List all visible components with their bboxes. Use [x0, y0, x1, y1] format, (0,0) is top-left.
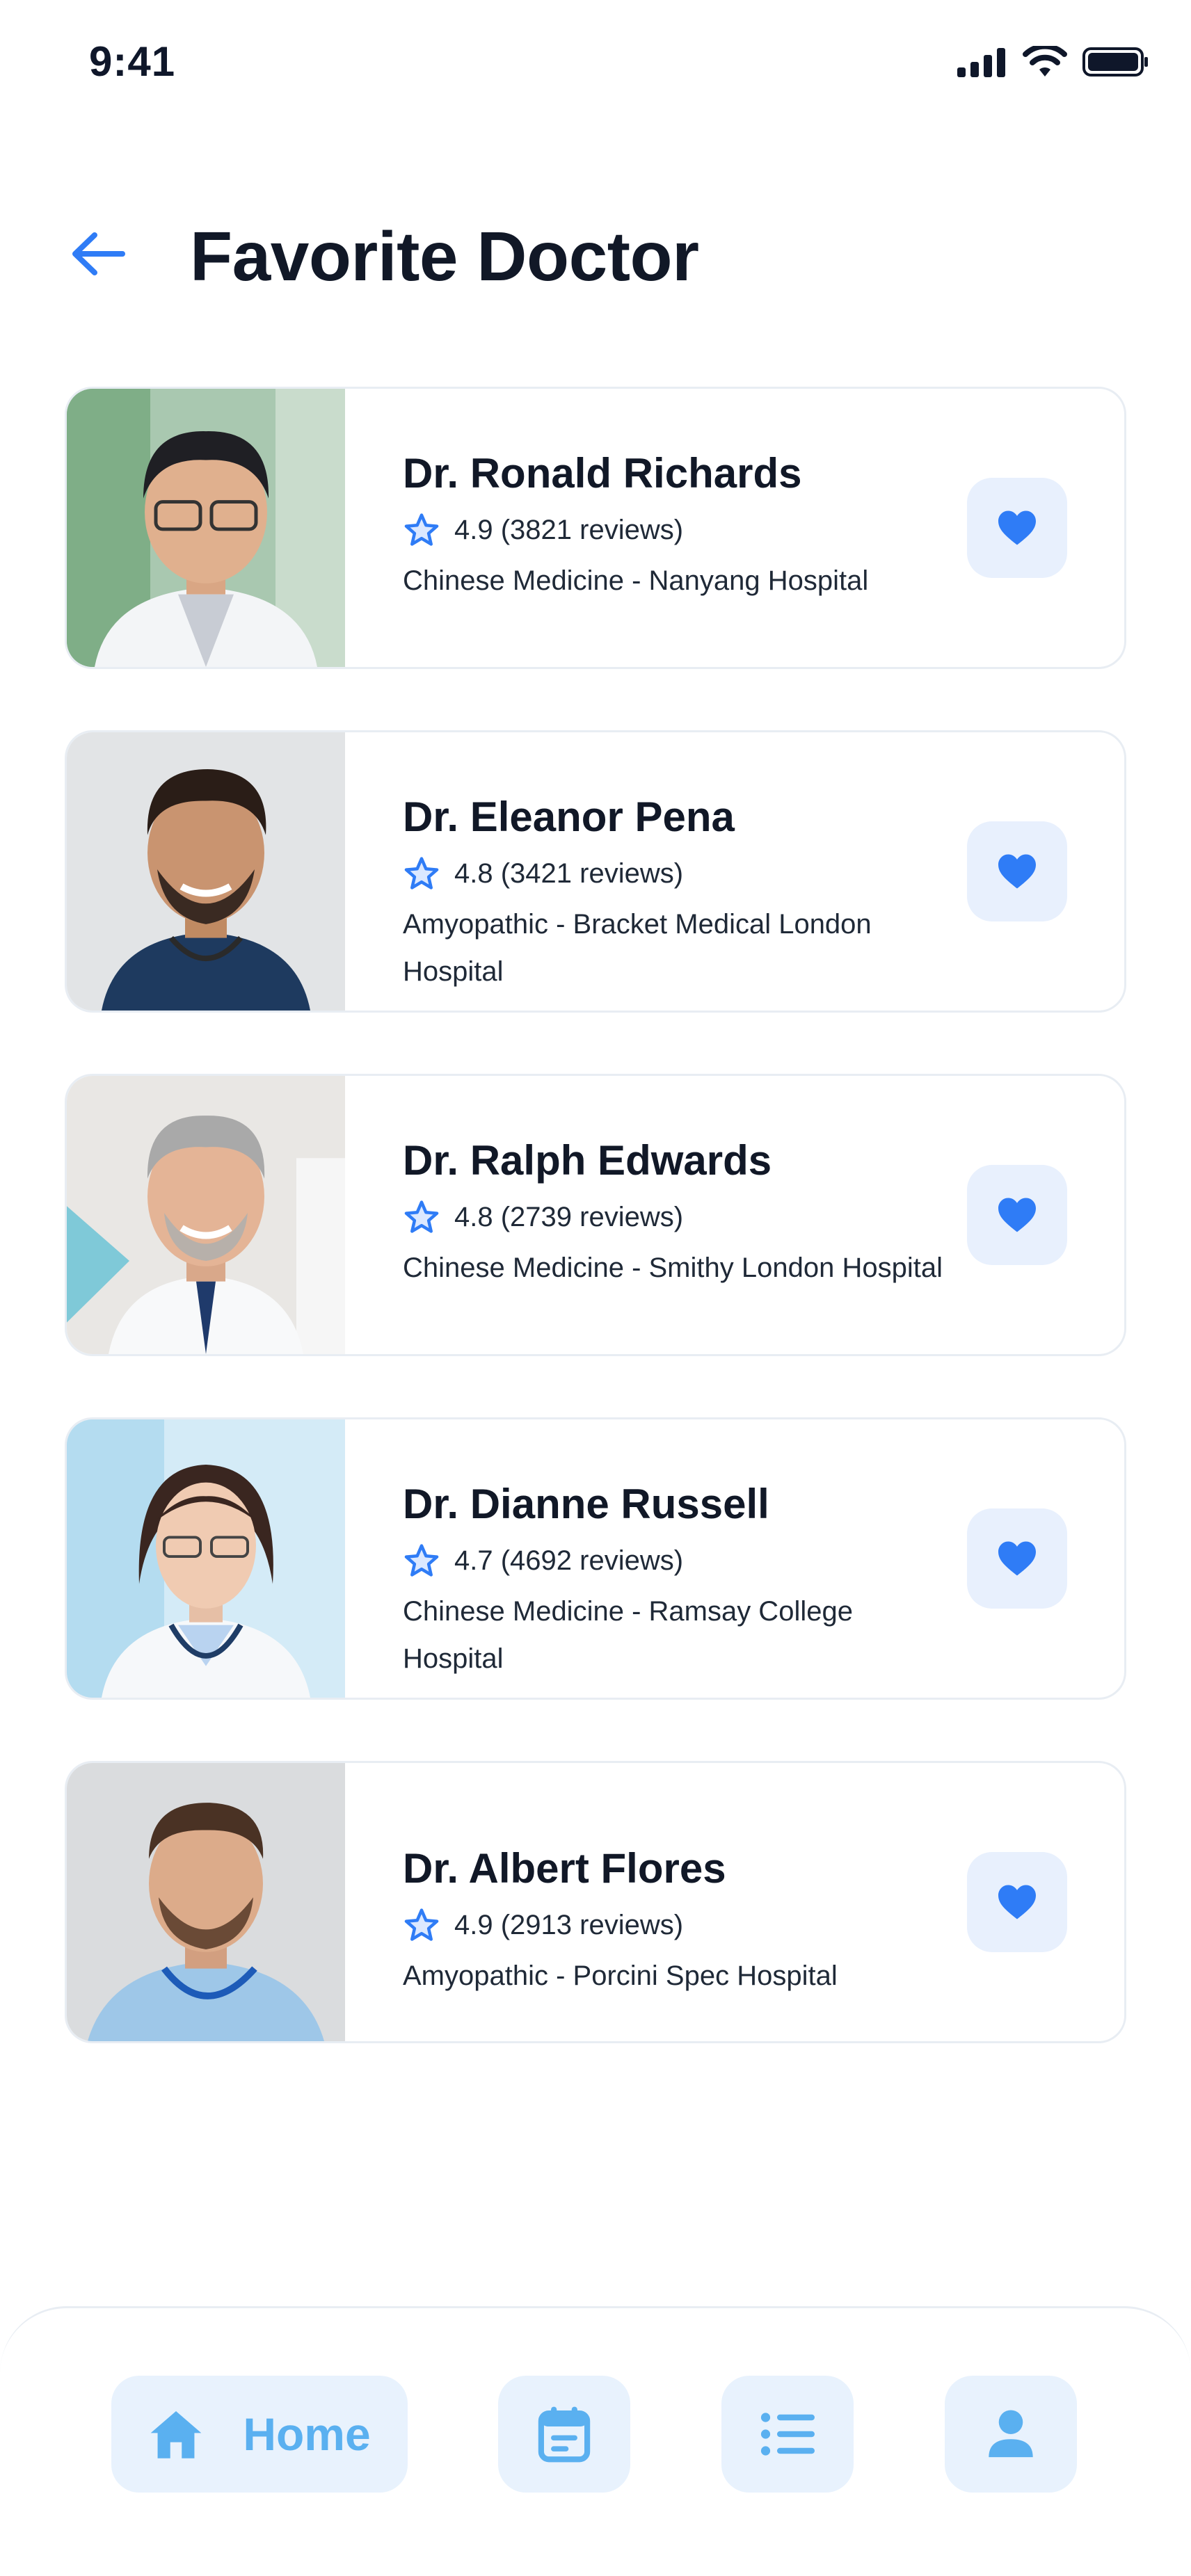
rating-text: 4.7 (4692 reviews) [454, 1545, 684, 1576]
doctor-rating: 4.9 (3821 reviews) [403, 511, 959, 549]
favorite-button[interactable] [967, 1165, 1067, 1265]
doctor-specialty-hospital: Amyopathic - Porcini Spec Hospital [403, 1961, 838, 1991]
doctor-card[interactable]: Dr. Eleanor Pena 4.8 (3421 reviews) Amyo… [65, 730, 1126, 1013]
rating-text: 4.9 (2913 reviews) [454, 1909, 684, 1940]
doctor-name: Dr. Ralph Edwards [403, 1137, 772, 1184]
doctor-specialty-hospital: Chinese Medicine - Nanyang Hospital [403, 565, 869, 596]
doctor-info: Dr. Eleanor Pena 4.8 (3421 reviews) Amyo… [403, 792, 959, 995]
doctor-photo [67, 1763, 345, 2041]
favorite-button[interactable] [967, 1852, 1067, 1952]
doctor-photo [67, 732, 345, 1011]
doctor-name: Dr. Eleanor Pena [403, 794, 735, 840]
nav-home-tab[interactable]: Home [111, 2376, 408, 2493]
rating-text: 4.8 (3421 reviews) [454, 858, 684, 889]
heart-icon [998, 510, 1036, 545]
rating-text: 4.9 (3821 reviews) [454, 514, 684, 545]
doctor-card[interactable]: Dr. Albert Flores 4.9 (2913 reviews) Amy… [65, 1761, 1126, 2043]
calendar-icon [538, 2406, 591, 2463]
doctor-info: Dr. Ralph Edwards 4.8 (2739 reviews) Chi… [403, 1136, 959, 1291]
status-icons [957, 43, 1149, 81]
nav-list-tab[interactable] [721, 2376, 854, 2493]
heart-icon [998, 1885, 1036, 1919]
battery-icon [1082, 46, 1149, 81]
back-arrow-icon [71, 231, 125, 280]
doctor-card[interactable]: Dr. Dianne Russell 4.7 (4692 reviews) Ch… [65, 1417, 1126, 1700]
doctor-info: Dr. Ronald Richards 4.9 (3821 reviews) C… [403, 449, 959, 604]
user-icon [989, 2410, 1033, 2458]
doctor-card[interactable]: Dr. Ronald Richards 4.9 (3821 reviews) C… [65, 387, 1126, 669]
heart-icon [998, 1198, 1036, 1232]
doctor-specialty-hospital: Amyopathic - Bracket Medical London Hosp… [403, 909, 872, 987]
star-icon [404, 1200, 439, 1233]
nav-calendar-tab[interactable] [498, 2376, 630, 2493]
favorite-button[interactable] [967, 478, 1067, 578]
doctor-name: Dr. Albert Flores [403, 1845, 726, 1892]
favorite-button[interactable] [967, 821, 1067, 921]
nav-home-label: Home [243, 2408, 371, 2460]
star-icon [404, 857, 439, 889]
doctor-name: Dr. Dianne Russell [403, 1481, 769, 1527]
doctor-photo [67, 1419, 345, 1698]
doctor-card[interactable]: Dr. Ralph Edwards 4.8 (2739 reviews) Chi… [65, 1074, 1126, 1356]
doctor-rating: 4.9 (2913 reviews) [403, 1906, 959, 1944]
doctor-info: Dr. Albert Flores 4.9 (2913 reviews) Amy… [403, 1844, 959, 1999]
doctor-info: Dr. Dianne Russell 4.7 (4692 reviews) Ch… [403, 1479, 959, 1682]
back-button[interactable] [67, 224, 129, 287]
doctor-specialty-hospital: Chinese Medicine - Smithy London Hospita… [403, 1253, 943, 1283]
wifi-icon [1023, 43, 1067, 81]
doctor-rating: 4.8 (2739 reviews) [403, 1198, 959, 1236]
star-icon [404, 513, 439, 546]
star-icon [404, 1544, 439, 1577]
nav-profile-tab[interactable] [945, 2376, 1077, 2493]
heart-icon [998, 854, 1036, 889]
doctor-rating: 4.7 (4692 reviews) [403, 1542, 959, 1579]
star-icon [404, 1908, 439, 1941]
doctor-name: Dr. Ronald Richards [403, 450, 802, 497]
signal-icon [957, 47, 1007, 81]
status-time: 9:41 [89, 38, 176, 85]
doctor-photo [67, 1076, 345, 1354]
status-bar: 9:41 [0, 0, 1191, 125]
home-icon [150, 2410, 202, 2458]
doctor-photo [67, 389, 345, 667]
favorite-button[interactable] [967, 1508, 1067, 1609]
doctor-rating: 4.8 (3421 reviews) [403, 855, 959, 892]
list-icon [760, 2413, 815, 2456]
page-title: Favorite Doctor [190, 218, 699, 296]
heart-icon [998, 1541, 1036, 1576]
doctor-specialty-hospital: Chinese Medicine - Ramsay College Hospit… [403, 1596, 853, 1674]
rating-text: 4.8 (2739 reviews) [454, 1201, 684, 1232]
